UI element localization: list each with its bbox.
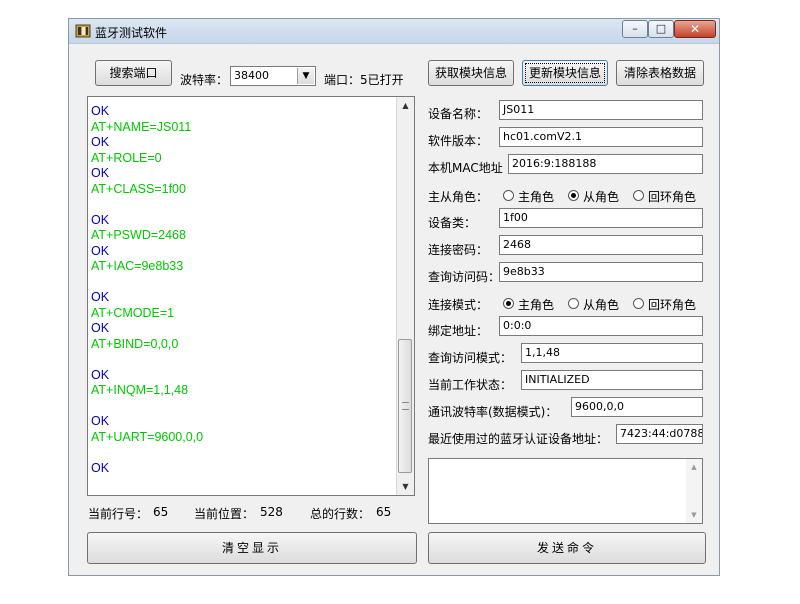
cmode-option-1: 主角色 xyxy=(518,298,555,312)
uart-label: 通讯波特率(数据模式)： xyxy=(428,405,558,419)
cmode-option-3: 回环角色 xyxy=(648,298,697,312)
close-icon: ✕ xyxy=(689,22,701,36)
get-module-info-button[interactable]: 获取模块信息 xyxy=(428,60,514,86)
port-status: 端口：5已打开 xyxy=(324,73,404,87)
log-line: OK xyxy=(91,460,110,475)
chevron-down-icon[interactable]: ▼ xyxy=(297,68,314,84)
bind-address-label: 绑定地址： xyxy=(428,324,489,338)
log-line: AT+NAME=JS011 xyxy=(91,119,192,134)
maximize-icon: □ xyxy=(655,22,667,35)
command-input[interactable]: ▲ ▼ xyxy=(428,458,703,524)
log-line: AT+CMODE=1 xyxy=(91,305,175,320)
cmode-radio-3[interactable] xyxy=(633,298,644,309)
memo-scrollbar[interactable]: ▲ ▼ xyxy=(686,459,702,523)
recent-device-label: 最近使用过的蓝牙认证设备地址： xyxy=(428,432,609,446)
log-line: AT+IAC=9e8b33 xyxy=(91,259,184,273)
scroll-thumb[interactable] xyxy=(398,339,412,473)
uart-field[interactable]: 9600,0,0 xyxy=(571,397,703,417)
total-lines-label: 总的行数： xyxy=(310,507,371,521)
log-line: OK xyxy=(91,367,110,382)
inquiry-code-label: 查询访问码： xyxy=(428,270,501,284)
inquiry-mode-field[interactable]: 1,1,48 xyxy=(521,343,703,363)
scroll-down-icon[interactable]: ▼ xyxy=(397,478,414,495)
log-line: OK xyxy=(91,166,110,180)
log-line: OK xyxy=(91,290,110,304)
log-line: OK xyxy=(91,104,110,118)
total-lines-value: 65 xyxy=(376,505,392,519)
role-option-master: 主角色 xyxy=(518,190,555,204)
work-state-field[interactable]: INITIALIZED xyxy=(521,370,703,390)
password-label: 连接密码： xyxy=(428,243,489,257)
cmode-option-2: 从角色 xyxy=(583,298,620,312)
password-field[interactable]: 2468 xyxy=(499,235,703,255)
work-state-label: 当前工作状态： xyxy=(428,378,513,392)
bind-address-field[interactable]: 0:0:0 xyxy=(499,316,703,336)
current-line-label: 当前行号： xyxy=(88,507,149,521)
baud-rate-value: 38400 xyxy=(234,69,269,82)
role-radio-slave[interactable] xyxy=(568,190,579,201)
clear-table-button[interactable]: 清除表格数据 xyxy=(616,60,704,86)
software-version-label: 软件版本： xyxy=(428,134,489,148)
log-line: OK xyxy=(91,243,110,258)
role-label: 主从角色： xyxy=(428,190,489,204)
window-title: 蓝牙测试软件 xyxy=(95,26,168,40)
mac-address-label: 本机MAC地址 xyxy=(428,161,503,175)
send-command-button[interactable]: 发送命令 xyxy=(428,532,706,564)
scroll-down-icon[interactable]: ▼ xyxy=(686,511,702,519)
title-bar: 蓝牙测试软件 – □ ✕ xyxy=(69,19,719,44)
recent-device-field[interactable]: 7423:44:d07881 xyxy=(616,424,703,444)
inquiry-code-field[interactable]: 9e8b33 xyxy=(499,262,703,282)
search-port-button[interactable]: 搜索端口 xyxy=(95,60,172,86)
role-option-loopback: 回环角色 xyxy=(648,190,697,204)
device-class-label: 设备类： xyxy=(428,216,477,230)
software-version-field[interactable]: hc01.comV2.1 xyxy=(499,127,703,147)
log-line: AT+BIND=0,0,0 xyxy=(91,336,179,351)
mac-address-field[interactable]: 2016:9:188188 xyxy=(508,154,703,174)
log-textarea[interactable]: OK AT+NAME=JS011 OK AT+ROLE=0 OK AT+CLASS=1f0… xyxy=(87,96,415,496)
log-line: AT+UART=9600,0,0 xyxy=(91,429,204,444)
scroll-up-icon[interactable]: ▲ xyxy=(397,97,414,114)
log-line: AT+PSWD=2468 xyxy=(91,228,186,242)
log-scrollbar[interactable]: ▲ ▼ xyxy=(396,97,414,495)
cmode-radio-2[interactable] xyxy=(568,298,579,309)
device-name-label: 设备名称： xyxy=(428,107,489,121)
current-line-value: 65 xyxy=(153,505,169,519)
log-line: AT+CLASS=1f00 xyxy=(91,181,186,196)
log-line: AT+ROLE=0 xyxy=(91,150,162,165)
current-pos-value: 528 xyxy=(260,505,283,519)
log-line: AT+INQM=1,1,48 xyxy=(91,383,189,397)
minimize-icon: – xyxy=(632,22,638,35)
grip-icon xyxy=(402,402,409,410)
role-radio-loopback[interactable] xyxy=(633,190,644,201)
close-button[interactable]: ✕ xyxy=(674,20,716,38)
log-line: OK xyxy=(91,321,110,335)
inquiry-mode-label: 查询访问模式： xyxy=(428,351,513,365)
log-line: OK xyxy=(91,212,110,227)
device-name-field[interactable]: JS011 xyxy=(499,100,703,120)
connect-mode-label: 连接模式： xyxy=(428,298,489,312)
maximize-button[interactable]: □ xyxy=(648,20,674,38)
current-pos-label: 当前位置： xyxy=(194,507,255,521)
app-icon xyxy=(75,24,91,38)
clear-display-button[interactable]: 清空显示 xyxy=(87,532,417,564)
role-radio-master[interactable] xyxy=(503,190,514,201)
scroll-up-icon[interactable]: ▲ xyxy=(686,463,702,471)
log-lines: OK AT+NAME=JS011 OK AT+ROLE=0 OK AT+CLASS=1f0… xyxy=(91,104,203,476)
cmode-radio-1[interactable] xyxy=(503,298,514,309)
log-line: OK xyxy=(91,135,110,149)
baud-rate-select[interactable]: 38400 ▼ xyxy=(230,66,316,86)
update-module-info-button[interactable]: 更新模块信息 xyxy=(522,60,608,86)
minimize-button[interactable]: – xyxy=(622,20,648,38)
log-line: OK xyxy=(91,414,110,428)
baud-rate-label: 波特率： xyxy=(180,73,229,87)
role-option-slave: 从角色 xyxy=(583,190,620,204)
device-class-field[interactable]: 1f00 xyxy=(499,208,703,228)
